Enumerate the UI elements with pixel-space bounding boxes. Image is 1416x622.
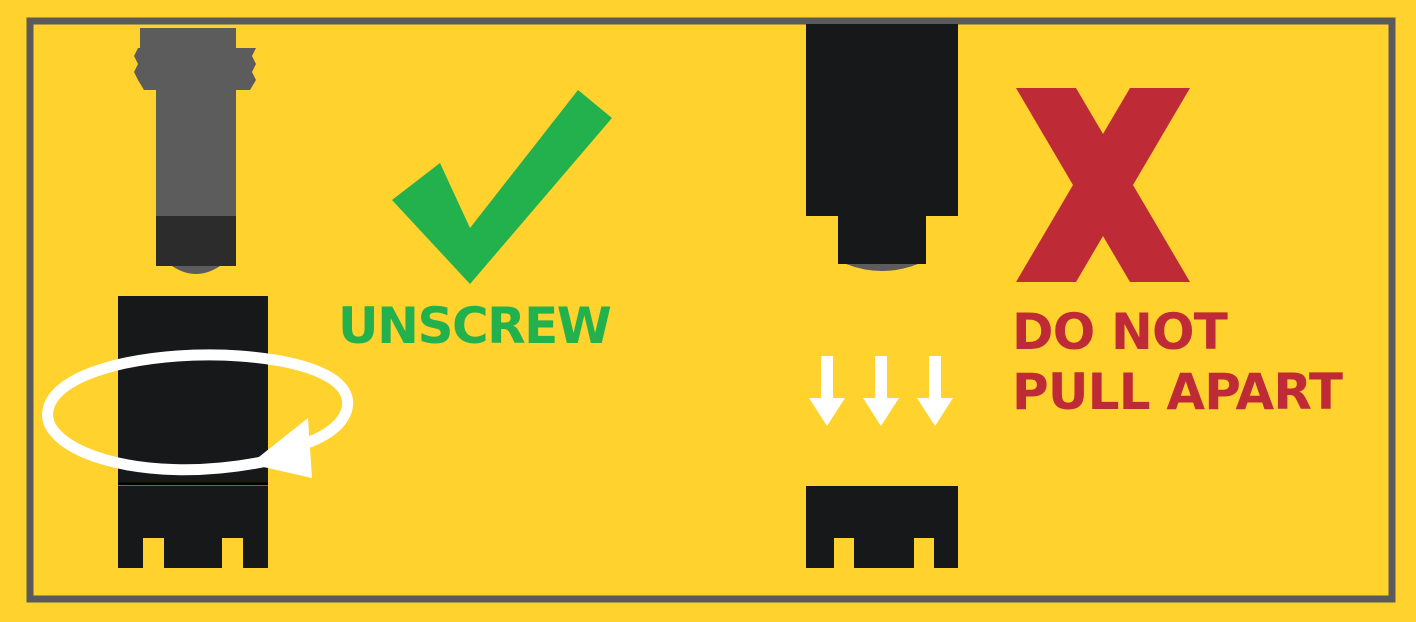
down-arrow-icon	[809, 356, 845, 426]
down-arrow-icon	[863, 356, 899, 426]
probe-shaft	[156, 90, 236, 216]
pull-apart-label: PULL APART	[1012, 363, 1343, 421]
probe-cap-pulled	[806, 486, 958, 568]
probe-sensor-tip	[172, 266, 220, 274]
instruction-panel: UNSCREW DO NOT PULL APART	[0, 0, 1416, 622]
down-arrow-icon	[917, 356, 953, 426]
probe-collar	[156, 216, 236, 266]
probe-unscrewed	[134, 28, 256, 274]
check-mark-icon	[392, 90, 612, 284]
probe-threads	[134, 28, 256, 90]
x-mark-icon	[1016, 88, 1190, 282]
unscrew-label: UNSCREW	[338, 297, 612, 355]
probe-body-pulled	[806, 24, 958, 271]
pull-arrows-icon	[809, 356, 953, 426]
do-not-label: DO NOT	[1012, 303, 1228, 361]
probe-cap	[118, 296, 268, 568]
